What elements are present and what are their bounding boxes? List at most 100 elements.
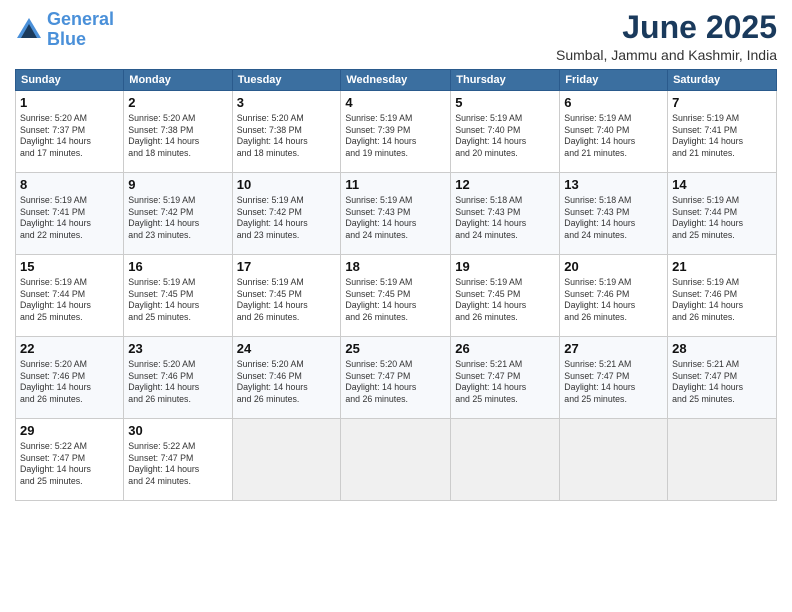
day-number: 13 xyxy=(564,176,663,194)
day-number: 23 xyxy=(128,340,227,358)
logo-line2: Blue xyxy=(47,29,86,49)
calendar-cell xyxy=(668,419,777,501)
day-info: Sunrise: 5:19 AM Sunset: 7:44 PM Dayligh… xyxy=(20,277,119,325)
day-number: 3 xyxy=(237,94,337,112)
day-info: Sunrise: 5:19 AM Sunset: 7:45 PM Dayligh… xyxy=(237,277,337,325)
col-sunday: Sunday xyxy=(16,70,124,91)
day-number: 27 xyxy=(564,340,663,358)
day-number: 5 xyxy=(455,94,555,112)
col-tuesday: Tuesday xyxy=(232,70,341,91)
day-number: 30 xyxy=(128,422,227,440)
calendar-cell: 10Sunrise: 5:19 AM Sunset: 7:42 PM Dayli… xyxy=(232,173,341,255)
day-number: 28 xyxy=(672,340,772,358)
col-wednesday: Wednesday xyxy=(341,70,451,91)
day-info: Sunrise: 5:19 AM Sunset: 7:43 PM Dayligh… xyxy=(345,195,446,243)
day-number: 16 xyxy=(128,258,227,276)
day-number: 20 xyxy=(564,258,663,276)
calendar-cell: 19Sunrise: 5:19 AM Sunset: 7:45 PM Dayli… xyxy=(451,255,560,337)
calendar-week-1: 8Sunrise: 5:19 AM Sunset: 7:41 PM Daylig… xyxy=(16,173,777,255)
day-info: Sunrise: 5:19 AM Sunset: 7:45 PM Dayligh… xyxy=(455,277,555,325)
calendar-week-0: 1Sunrise: 5:20 AM Sunset: 7:37 PM Daylig… xyxy=(16,91,777,173)
location-title: Sumbal, Jammu and Kashmir, India xyxy=(556,47,777,63)
day-info: Sunrise: 5:19 AM Sunset: 7:40 PM Dayligh… xyxy=(564,113,663,161)
calendar-cell xyxy=(560,419,668,501)
col-friday: Friday xyxy=(560,70,668,91)
calendar-cell xyxy=(232,419,341,501)
logo-icon xyxy=(15,16,43,44)
calendar-cell: 17Sunrise: 5:19 AM Sunset: 7:45 PM Dayli… xyxy=(232,255,341,337)
calendar-cell: 26Sunrise: 5:21 AM Sunset: 7:47 PM Dayli… xyxy=(451,337,560,419)
day-number: 29 xyxy=(20,422,119,440)
calendar-cell: 11Sunrise: 5:19 AM Sunset: 7:43 PM Dayli… xyxy=(341,173,451,255)
calendar-cell: 28Sunrise: 5:21 AM Sunset: 7:47 PM Dayli… xyxy=(668,337,777,419)
calendar-week-4: 29Sunrise: 5:22 AM Sunset: 7:47 PM Dayli… xyxy=(16,419,777,501)
day-number: 18 xyxy=(345,258,446,276)
day-number: 19 xyxy=(455,258,555,276)
calendar-cell: 12Sunrise: 5:18 AM Sunset: 7:43 PM Dayli… xyxy=(451,173,560,255)
calendar-cell: 29Sunrise: 5:22 AM Sunset: 7:47 PM Dayli… xyxy=(16,419,124,501)
day-info: Sunrise: 5:19 AM Sunset: 7:45 PM Dayligh… xyxy=(128,277,227,325)
calendar-cell: 1Sunrise: 5:20 AM Sunset: 7:37 PM Daylig… xyxy=(16,91,124,173)
calendar-cell: 25Sunrise: 5:20 AM Sunset: 7:47 PM Dayli… xyxy=(341,337,451,419)
calendar-cell: 16Sunrise: 5:19 AM Sunset: 7:45 PM Dayli… xyxy=(124,255,232,337)
day-number: 21 xyxy=(672,258,772,276)
day-number: 11 xyxy=(345,176,446,194)
col-saturday: Saturday xyxy=(668,70,777,91)
day-number: 24 xyxy=(237,340,337,358)
calendar-cell: 8Sunrise: 5:19 AM Sunset: 7:41 PM Daylig… xyxy=(16,173,124,255)
calendar-cell: 22Sunrise: 5:20 AM Sunset: 7:46 PM Dayli… xyxy=(16,337,124,419)
calendar-header-row: Sunday Monday Tuesday Wednesday Thursday… xyxy=(16,70,777,91)
logo-line1: General xyxy=(47,9,114,29)
calendar-cell: 27Sunrise: 5:21 AM Sunset: 7:47 PM Dayli… xyxy=(560,337,668,419)
day-info: Sunrise: 5:18 AM Sunset: 7:43 PM Dayligh… xyxy=(455,195,555,243)
day-info: Sunrise: 5:19 AM Sunset: 7:40 PM Dayligh… xyxy=(455,113,555,161)
day-number: 14 xyxy=(672,176,772,194)
page: General Blue June 2025 Sumbal, Jammu and… xyxy=(0,0,792,612)
day-info: Sunrise: 5:22 AM Sunset: 7:47 PM Dayligh… xyxy=(20,441,119,489)
day-number: 4 xyxy=(345,94,446,112)
day-info: Sunrise: 5:21 AM Sunset: 7:47 PM Dayligh… xyxy=(455,359,555,407)
calendar-cell: 2Sunrise: 5:20 AM Sunset: 7:38 PM Daylig… xyxy=(124,91,232,173)
day-info: Sunrise: 5:22 AM Sunset: 7:47 PM Dayligh… xyxy=(128,441,227,489)
day-info: Sunrise: 5:21 AM Sunset: 7:47 PM Dayligh… xyxy=(564,359,663,407)
day-number: 15 xyxy=(20,258,119,276)
day-number: 10 xyxy=(237,176,337,194)
month-title: June 2025 xyxy=(556,10,777,45)
day-number: 12 xyxy=(455,176,555,194)
day-info: Sunrise: 5:19 AM Sunset: 7:46 PM Dayligh… xyxy=(672,277,772,325)
day-info: Sunrise: 5:18 AM Sunset: 7:43 PM Dayligh… xyxy=(564,195,663,243)
day-number: 7 xyxy=(672,94,772,112)
logo-text: General Blue xyxy=(47,10,114,50)
day-info: Sunrise: 5:20 AM Sunset: 7:46 PM Dayligh… xyxy=(20,359,119,407)
day-number: 2 xyxy=(128,94,227,112)
col-monday: Monday xyxy=(124,70,232,91)
day-number: 9 xyxy=(128,176,227,194)
calendar-cell: 18Sunrise: 5:19 AM Sunset: 7:45 PM Dayli… xyxy=(341,255,451,337)
header: General Blue June 2025 Sumbal, Jammu and… xyxy=(15,10,777,63)
calendar-cell: 13Sunrise: 5:18 AM Sunset: 7:43 PM Dayli… xyxy=(560,173,668,255)
logo: General Blue xyxy=(15,10,114,50)
calendar-cell: 20Sunrise: 5:19 AM Sunset: 7:46 PM Dayli… xyxy=(560,255,668,337)
calendar-cell: 14Sunrise: 5:19 AM Sunset: 7:44 PM Dayli… xyxy=(668,173,777,255)
day-info: Sunrise: 5:20 AM Sunset: 7:47 PM Dayligh… xyxy=(345,359,446,407)
col-thursday: Thursday xyxy=(451,70,560,91)
calendar-week-3: 22Sunrise: 5:20 AM Sunset: 7:46 PM Dayli… xyxy=(16,337,777,419)
day-number: 25 xyxy=(345,340,446,358)
calendar: Sunday Monday Tuesday Wednesday Thursday… xyxy=(15,69,777,501)
day-number: 17 xyxy=(237,258,337,276)
calendar-cell: 21Sunrise: 5:19 AM Sunset: 7:46 PM Dayli… xyxy=(668,255,777,337)
day-number: 22 xyxy=(20,340,119,358)
calendar-cell: 15Sunrise: 5:19 AM Sunset: 7:44 PM Dayli… xyxy=(16,255,124,337)
day-info: Sunrise: 5:20 AM Sunset: 7:46 PM Dayligh… xyxy=(237,359,337,407)
day-number: 8 xyxy=(20,176,119,194)
day-info: Sunrise: 5:20 AM Sunset: 7:38 PM Dayligh… xyxy=(237,113,337,161)
day-info: Sunrise: 5:19 AM Sunset: 7:46 PM Dayligh… xyxy=(564,277,663,325)
calendar-cell: 6Sunrise: 5:19 AM Sunset: 7:40 PM Daylig… xyxy=(560,91,668,173)
day-info: Sunrise: 5:19 AM Sunset: 7:41 PM Dayligh… xyxy=(20,195,119,243)
calendar-cell: 9Sunrise: 5:19 AM Sunset: 7:42 PM Daylig… xyxy=(124,173,232,255)
calendar-cell xyxy=(341,419,451,501)
day-info: Sunrise: 5:20 AM Sunset: 7:37 PM Dayligh… xyxy=(20,113,119,161)
day-info: Sunrise: 5:20 AM Sunset: 7:38 PM Dayligh… xyxy=(128,113,227,161)
day-info: Sunrise: 5:21 AM Sunset: 7:47 PM Dayligh… xyxy=(672,359,772,407)
day-number: 1 xyxy=(20,94,119,112)
